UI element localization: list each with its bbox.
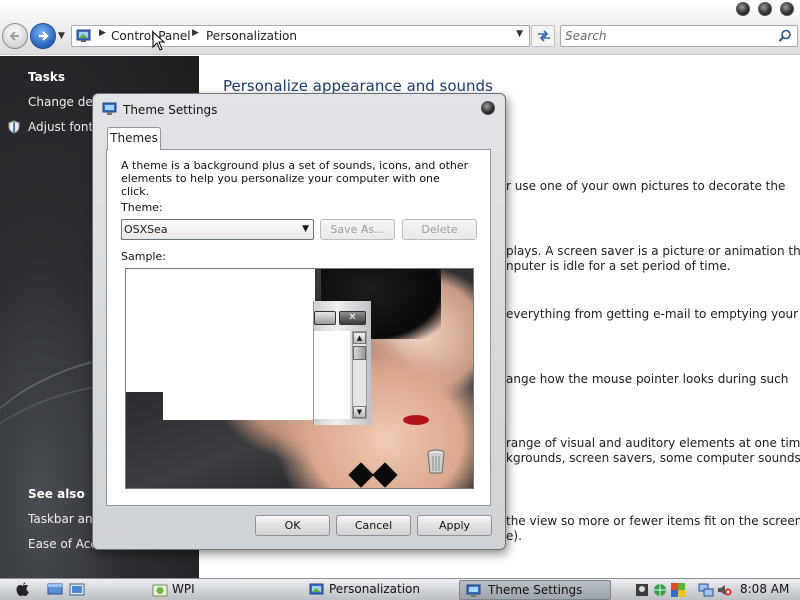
- taskbar-item-wpi[interactable]: WPI: [152, 580, 292, 600]
- back-arrow-icon: [9, 31, 19, 41]
- breadcrumb-separator-icon[interactable]: ▶: [192, 28, 199, 38]
- ok-button[interactable]: OK: [255, 515, 330, 536]
- taskbar-item-label: WPI: [172, 582, 195, 596]
- security-shield-icon[interactable]: [670, 582, 686, 598]
- scroll-down-icon: ▼: [353, 406, 366, 418]
- cancel-button[interactable]: Cancel: [336, 515, 411, 536]
- theme-settings-dialog: Theme Settings Themes A theme is a backg…: [92, 93, 506, 550]
- clock[interactable]: 8:08 AM: [740, 582, 789, 596]
- preview-scrollbar: ▲ ▼: [352, 331, 367, 419]
- theme-description-2: kgrounds, screen savers, some computer s…: [506, 451, 800, 465]
- navigation-bar: ▼ ▶ Control Panel ▶ Personalization ▼: [0, 0, 800, 55]
- back-button[interactable]: [2, 23, 28, 49]
- control-panel-icon: [76, 29, 91, 42]
- display-settings-description-2: e).: [506, 529, 522, 543]
- wpi-app-icon: [152, 584, 168, 597]
- preview-wallpaper-detail: [372, 462, 398, 488]
- close-button[interactable]: [780, 2, 794, 16]
- preview-scroll-thumb: [353, 346, 366, 360]
- dialog-title: Theme Settings: [123, 103, 218, 117]
- mouse-cursor-icon: [152, 31, 166, 51]
- search-icon[interactable]: [778, 29, 792, 43]
- taskbar-item-label: Personalization: [329, 582, 420, 596]
- taskbar-item-label: Theme Settings: [488, 583, 583, 597]
- maximize-button[interactable]: [758, 2, 772, 16]
- display-properties-icon: [102, 102, 117, 115]
- taskbar-item-personalization[interactable]: Personalization: [309, 580, 449, 600]
- theme-description: range of visual and auditory elements at…: [506, 436, 800, 450]
- preview-close-icon: ✕: [339, 311, 366, 325]
- preview-window-background: [126, 269, 315, 392]
- switch-windows-icon[interactable]: [69, 583, 85, 596]
- shield-icon: [8, 120, 20, 134]
- theme-label: Theme:: [121, 201, 163, 214]
- forward-button[interactable]: [30, 23, 56, 49]
- show-desktop-icon[interactable]: [47, 583, 63, 596]
- theme-select[interactable]: OSXSea ▼: [121, 219, 314, 240]
- tray-globe-icon[interactable]: [652, 582, 668, 598]
- preview-window-background: [163, 392, 313, 420]
- preview-window-client: [314, 331, 350, 419]
- see-also-heading: See also: [28, 487, 85, 501]
- apply-button[interactable]: Apply: [417, 515, 492, 536]
- volume-muted-icon[interactable]: [716, 582, 732, 598]
- network-icon[interactable]: [698, 582, 714, 598]
- theme-intro-text: A theme is a background plus a set of so…: [121, 159, 469, 198]
- apple-start-icon[interactable]: [16, 582, 30, 597]
- breadcrumb-control-panel[interactable]: Control Panel: [111, 29, 191, 43]
- minimize-button[interactable]: [736, 2, 750, 16]
- system-tray: 8:08 AM: [632, 581, 800, 599]
- preview-wallpaper-lips: [403, 415, 429, 425]
- screen-saver-description-2: nputer is idle for a set period of time.: [506, 259, 731, 273]
- taskbar-item-theme-settings[interactable]: Theme Settings: [459, 580, 611, 600]
- mouse-pointer-description: ange how the mouse pointer looks during …: [506, 372, 789, 386]
- forward-arrow-icon: [39, 31, 49, 41]
- search-box[interactable]: [560, 25, 798, 47]
- scroll-up-icon: ▲: [353, 332, 366, 344]
- search-input[interactable]: [565, 28, 765, 44]
- tab-themes[interactable]: Themes: [107, 127, 161, 150]
- address-bar[interactable]: ▶ Control Panel ▶ Personalization ▼: [71, 25, 530, 47]
- display-settings-description: the view so more or fewer items fit on t…: [506, 514, 800, 528]
- preview-wallpaper-detail: [348, 462, 374, 488]
- address-dropdown-icon[interactable]: ▼: [516, 29, 523, 39]
- tasks-heading: Tasks: [28, 70, 66, 84]
- sounds-description: everything from getting e-mail to emptyi…: [506, 307, 799, 321]
- recent-pages-dropdown-icon[interactable]: ▼: [58, 31, 65, 41]
- see-also-link-taskbar[interactable]: Taskbar and: [28, 512, 100, 526]
- breadcrumb-separator-icon: ▶: [99, 28, 106, 38]
- recycle-bin-icon: [427, 449, 445, 474]
- chevron-down-icon: ▼: [302, 224, 309, 234]
- delete-button[interactable]: Delete: [402, 219, 477, 240]
- theme-select-value: OSXSea: [124, 223, 168, 236]
- taskbar: WPI Personalization Theme Settings 8:08 …: [0, 578, 800, 600]
- refresh-button[interactable]: [531, 25, 555, 47]
- sample-label: Sample:: [121, 250, 166, 263]
- tray-app-icon[interactable]: [634, 582, 650, 598]
- preview-window-frame: ✕ ▲ ▼: [313, 301, 371, 425]
- screen-saver-description: plays. A screen saver is a picture or an…: [506, 244, 800, 258]
- preview-maximize-icon: [314, 311, 336, 325]
- desktop-background-description: r use one of your own pictures to decora…: [506, 179, 786, 193]
- theme-settings-app-icon: [466, 584, 481, 597]
- save-as-button[interactable]: Save As...: [320, 219, 395, 240]
- theme-sample-preview: ✕ ▲ ▼: [125, 268, 474, 489]
- breadcrumb-personalization[interactable]: Personalization: [206, 29, 297, 43]
- dialog-close-button[interactable]: [481, 101, 495, 115]
- themes-tab-panel: A theme is a background plus a set of so…: [106, 149, 491, 506]
- refresh-icon: [538, 30, 550, 42]
- personalization-app-icon: [309, 583, 324, 595]
